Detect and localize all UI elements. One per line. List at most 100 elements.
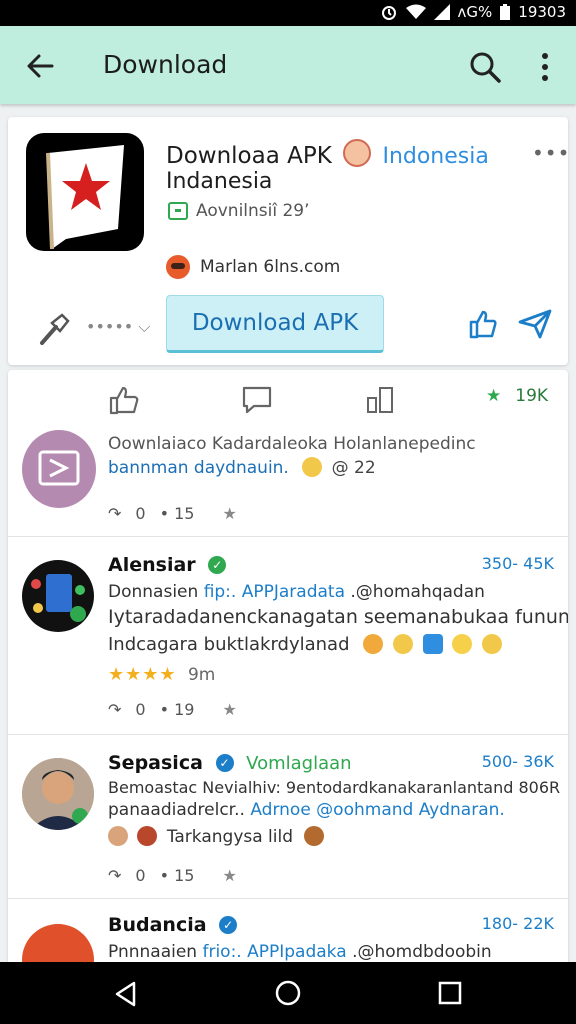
- site-logo-icon: [166, 255, 190, 279]
- post-time: 9m: [187, 665, 216, 685]
- message-icon: [168, 202, 188, 220]
- app-name-text: Downloaa APK: [166, 143, 332, 169]
- nav-back-icon[interactable]: [112, 980, 140, 1008]
- post-link[interactable]: Adrnoe @oohmand Aydnaran.: [250, 800, 504, 820]
- post-item[interactable]: Sepasica ✓ Vomlaglaan 500- 36K Bemoastac…: [8, 748, 568, 898]
- promo-link-row: bannman daydnauin. @ 22: [108, 457, 376, 478]
- like-icon[interactable]: [108, 384, 142, 416]
- comment-icon[interactable]: [240, 384, 274, 416]
- download-apk-button[interactable]: Download APK: [166, 295, 384, 353]
- post-text: panaadiadrelcr..: [108, 800, 245, 820]
- favorite-icon[interactable]: ★: [222, 504, 236, 523]
- reply-icon[interactable]: ↷: [108, 504, 121, 523]
- post-item[interactable]: Alensiar ✓ 350- 45K Donnasien fip:. APPJ…: [8, 550, 568, 730]
- post-meta: ↷ 0 • 19 ★: [108, 700, 237, 719]
- author-handle[interactable]: Vomlaglaan: [246, 753, 351, 774]
- reply-icon[interactable]: ↷: [108, 700, 121, 719]
- hammer-icon[interactable]: [36, 311, 72, 347]
- search-icon[interactable]: [466, 48, 504, 86]
- verified-icon: ✓: [219, 916, 238, 934]
- clock: 19303: [518, 3, 566, 21]
- rating-count: ★ 19K: [486, 386, 548, 406]
- post-text: Tarkangysa lild: [166, 827, 294, 847]
- rating-count-text: 19K: [515, 386, 549, 406]
- app-bar: Download: [0, 26, 576, 104]
- share-count: • 15: [159, 504, 195, 523]
- alarm-icon: [381, 6, 396, 20]
- post-link[interactable]: frio:. APPIpadaka: [202, 942, 346, 962]
- share-count: • 15: [159, 866, 195, 885]
- nav-home-icon[interactable]: [274, 979, 302, 1007]
- network-indicator: ᴧG%: [457, 3, 493, 21]
- rating-stars-icon: ★★★★: [108, 664, 177, 685]
- promo-text: Oownlaiaco Kadardaleoka Holanlanepedinc: [108, 434, 476, 454]
- avatar[interactable]: [22, 560, 94, 632]
- reply-count: 0: [135, 866, 146, 885]
- favorite-icon[interactable]: ★: [222, 700, 236, 719]
- back-arrow-icon[interactable]: [22, 48, 58, 84]
- promo-extra: @ 22: [331, 458, 376, 478]
- post-stat: 350- 45K: [481, 554, 554, 573]
- post-mention[interactable]: .@homdbdoobin: [352, 942, 492, 962]
- options-dropdown[interactable]: ••••• ⌵: [86, 317, 150, 337]
- post-mention[interactable]: .@homahqadan: [350, 582, 485, 602]
- post-author[interactable]: Budancia ✓: [108, 914, 238, 936]
- signal-icon: [433, 4, 450, 20]
- emoji-icon: [392, 634, 413, 654]
- emoji-icon: [422, 634, 443, 654]
- post-author[interactable]: Alensiar ✓: [108, 554, 227, 576]
- send-icon[interactable]: [518, 309, 552, 339]
- verified-icon: ✓: [208, 556, 227, 574]
- status-bar: ᴧG% 19303: [0, 0, 576, 26]
- gear-emoji-icon: [302, 457, 323, 477]
- post-author[interactable]: Sepasica ✓ Vomlaglaan: [108, 752, 352, 774]
- page-title: Download: [103, 50, 228, 79]
- post-link[interactable]: fip:. APPJaradata: [204, 582, 345, 602]
- app-grid-icon: [31, 574, 86, 622]
- wifi-icon: [405, 4, 426, 19]
- site-row[interactable]: Marlan 6lns.com: [166, 255, 340, 279]
- divider: [8, 734, 568, 735]
- post-line: Indcagara buktlakrdylanad: [108, 634, 506, 655]
- app-card: Downloaa APK Indonesia ••• Indanesia Aov…: [8, 117, 570, 365]
- verified-icon: ✓: [215, 754, 234, 772]
- reply-count: 0: [135, 504, 146, 523]
- divider: [8, 898, 568, 899]
- avatar[interactable]: [22, 758, 94, 830]
- divider: [8, 536, 568, 537]
- emoji-icon: [304, 826, 325, 846]
- app-icon[interactable]: [26, 133, 144, 251]
- post-line: Bemoastac Nevialhiv: 9entodardkanakaranl…: [108, 778, 561, 797]
- favorite-icon[interactable]: ★: [222, 866, 236, 885]
- app-name: Downloaa APK Indonesia: [166, 139, 489, 169]
- emoji-icon: [482, 634, 503, 654]
- nav-recents-icon[interactable]: [436, 979, 464, 1007]
- reply-icon[interactable]: ↷: [108, 866, 121, 885]
- play-icon: [38, 450, 80, 486]
- copy-icon[interactable]: [366, 384, 400, 416]
- emoji-icon: [363, 634, 384, 654]
- promo-link[interactable]: bannman daydnauin.: [108, 458, 289, 478]
- card-menu-icon[interactable]: •••: [532, 141, 570, 165]
- emoji-icon: [108, 826, 128, 846]
- post-text: Pnnnaaien: [108, 942, 198, 962]
- reply-count: 0: [135, 700, 146, 719]
- feed-card: ★ 19K Oownlaiaco Kadardaleoka Holanlanep…: [8, 370, 568, 980]
- site-name: Marlan 6lns.com: [200, 257, 341, 277]
- promo-post[interactable]: Oownlaiaco Kadardaleoka Holanlanepedinc …: [8, 430, 568, 534]
- emoji-icon: [452, 634, 473, 654]
- post-line: Iytaradadanenckanagatan seemanabukaa fun…: [108, 606, 568, 628]
- system-nav-bar: [0, 962, 576, 1024]
- battery-icon: [500, 4, 511, 20]
- person-photo-icon: [22, 758, 94, 830]
- post-text: Donnasien: [108, 582, 199, 602]
- app-meta-text: Aovnilnsiî 29’: [196, 201, 310, 221]
- post-rating-row: ★★★★ 9m: [108, 664, 215, 685]
- promo-meta: ↷ 0 • 15 ★: [108, 504, 237, 523]
- post-stat: 500- 36K: [481, 752, 554, 771]
- post-meta: ↷ 0 • 15 ★: [108, 866, 237, 885]
- thumbs-up-icon[interactable]: [468, 309, 498, 339]
- overflow-menu-icon[interactable]: [530, 48, 560, 86]
- country-link[interactable]: Indonesia: [382, 144, 488, 169]
- post-line: panaadiadrelcr.. Adrnoe @oohmand Aydnara…: [108, 800, 505, 820]
